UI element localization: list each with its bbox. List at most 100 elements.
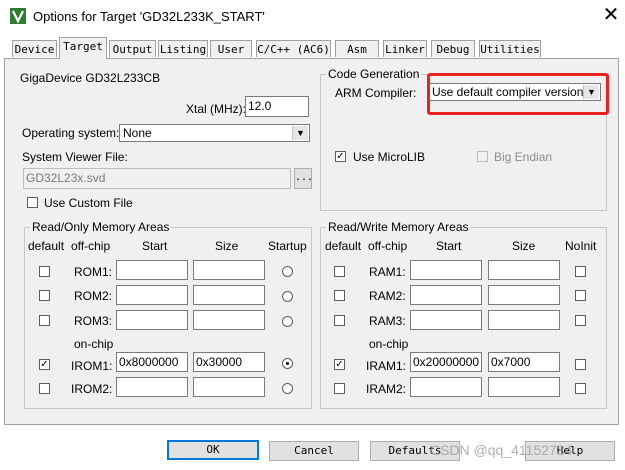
rom2-default-checkbox[interactable] bbox=[39, 290, 50, 301]
iram1-label: IRAM1: bbox=[366, 359, 407, 373]
irom2-startup-radio[interactable] bbox=[282, 383, 293, 394]
iram2-noinit-checkbox[interactable] bbox=[575, 383, 586, 394]
ram1-noinit-checkbox[interactable] bbox=[575, 266, 586, 277]
iram1-default-checkbox[interactable]: ✓ bbox=[334, 359, 345, 370]
ram3-label: RAM3: bbox=[369, 314, 406, 328]
iram1-size-input[interactable]: 0x7000 bbox=[488, 352, 560, 372]
irom2-size-input[interactable] bbox=[193, 377, 265, 397]
rom3-startup-radio[interactable] bbox=[282, 316, 293, 327]
rom-header-size: Size bbox=[215, 239, 239, 253]
os-label: Operating system: bbox=[22, 126, 120, 140]
device-name: GigaDevice GD32L233CB bbox=[20, 71, 161, 85]
radio-selected-dot bbox=[286, 362, 289, 365]
rom1-startup-radio[interactable] bbox=[282, 266, 293, 277]
tab-cpp-ac6[interactable]: C/C++ (AC6) bbox=[256, 40, 331, 57]
svd-file-input[interactable]: GD32L23x.svd bbox=[23, 168, 291, 189]
ram1-size-input[interactable] bbox=[488, 260, 560, 280]
use-microlib-checkbox[interactable]: ✓ bbox=[335, 151, 346, 162]
ram2-start-input[interactable] bbox=[410, 285, 482, 305]
rom-header-offchip: off-chip bbox=[71, 239, 111, 253]
use-microlib-label: Use MicroLIB bbox=[353, 150, 426, 164]
tab-utilities[interactable]: Utilities bbox=[479, 40, 541, 57]
os-select[interactable]: None ▼ bbox=[119, 124, 310, 142]
tab-target[interactable]: Target bbox=[59, 37, 107, 59]
ram-header-size: Size bbox=[512, 239, 536, 253]
iram2-start-input[interactable] bbox=[410, 377, 482, 397]
ram2-label: RAM2: bbox=[369, 289, 406, 303]
code-generation-title: Code Generation bbox=[326, 67, 422, 81]
tab-device[interactable]: Device bbox=[12, 40, 57, 57]
ram1-label: RAM1: bbox=[369, 265, 406, 279]
csdn-watermark: CSDN @qq_41152734 bbox=[430, 442, 573, 458]
xtal-input[interactable]: 12.0 bbox=[245, 96, 309, 117]
rom-onchip-label: on-chip bbox=[74, 337, 114, 351]
use-custom-file-label: Use Custom File bbox=[44, 196, 133, 210]
tab-asm[interactable]: Asm bbox=[335, 40, 379, 57]
chevron-down-icon: ▼ bbox=[292, 126, 308, 140]
keil-app-icon bbox=[10, 8, 26, 24]
ram1-start-input[interactable] bbox=[410, 260, 482, 280]
ram1-default-checkbox[interactable] bbox=[334, 266, 345, 277]
rom-header-start: Start bbox=[142, 239, 168, 253]
big-endian-checkbox[interactable] bbox=[477, 151, 488, 162]
rom1-default-checkbox[interactable] bbox=[39, 266, 50, 277]
irom2-start-input[interactable] bbox=[116, 377, 188, 397]
xtal-label: Xtal (MHz): bbox=[186, 102, 246, 116]
tab-debug[interactable]: Debug bbox=[431, 40, 475, 57]
rom3-default-checkbox[interactable] bbox=[39, 315, 50, 326]
rom3-size-input[interactable] bbox=[193, 310, 265, 330]
rom2-label: ROM2: bbox=[74, 289, 113, 303]
rom-header-startup: Startup bbox=[268, 239, 307, 253]
tab-user[interactable]: User bbox=[210, 40, 252, 57]
readonly-memory-title: Read/Only Memory Areas bbox=[30, 220, 172, 234]
irom1-start-input[interactable]: 0x8000000 bbox=[116, 352, 188, 372]
iram1-noinit-checkbox[interactable] bbox=[575, 359, 586, 370]
os-select-value: None bbox=[123, 126, 152, 140]
rom3-start-input[interactable] bbox=[116, 310, 188, 330]
ram3-start-input[interactable] bbox=[410, 310, 482, 330]
ram-header-default: default bbox=[325, 239, 362, 253]
tab-output[interactable]: Output bbox=[109, 40, 156, 57]
ram3-size-input[interactable] bbox=[488, 310, 560, 330]
irom1-default-checkbox[interactable]: ✓ bbox=[39, 359, 50, 370]
svd-label: System Viewer File: bbox=[22, 150, 128, 164]
rom2-size-input[interactable] bbox=[193, 285, 265, 305]
rom1-label: ROM1: bbox=[74, 265, 113, 279]
iram2-label: IRAM2: bbox=[366, 382, 407, 396]
ram2-noinit-checkbox[interactable] bbox=[575, 290, 586, 301]
irom1-startup-radio[interactable] bbox=[282, 358, 293, 369]
ok-button[interactable]: OK bbox=[167, 440, 259, 460]
rom1-start-input[interactable] bbox=[116, 260, 188, 280]
iram2-size-input[interactable] bbox=[488, 377, 560, 397]
irom1-label: IROM1: bbox=[71, 359, 113, 373]
big-endian-label: Big Endian bbox=[494, 150, 553, 164]
readwrite-memory-title: Read/Write Memory Areas bbox=[326, 220, 471, 234]
highlight-annotation-box bbox=[427, 73, 609, 115]
ram2-size-input[interactable] bbox=[488, 285, 560, 305]
tab-listing[interactable]: Listing bbox=[158, 40, 208, 57]
arm-compiler-label: ARM Compiler: bbox=[335, 86, 417, 100]
ram-header-noinit: NoInit bbox=[565, 239, 597, 253]
close-icon[interactable]: ✕ bbox=[600, 4, 622, 26]
rom2-startup-radio[interactable] bbox=[282, 291, 293, 302]
irom1-size-input[interactable]: 0x30000 bbox=[193, 352, 265, 372]
ram3-noinit-checkbox[interactable] bbox=[575, 315, 586, 326]
irom2-label: IROM2: bbox=[71, 382, 113, 396]
ram-header-offchip: off-chip bbox=[368, 239, 408, 253]
ram3-default-checkbox[interactable] bbox=[334, 315, 345, 326]
svd-browse-button[interactable]: ... bbox=[294, 168, 313, 189]
ram-header-start: Start bbox=[436, 239, 462, 253]
window-title: Options for Target 'GD32L233K_START' bbox=[33, 9, 265, 24]
iram2-default-checkbox[interactable] bbox=[334, 383, 345, 394]
use-custom-file-checkbox[interactable] bbox=[27, 197, 38, 208]
rom2-start-input[interactable] bbox=[116, 285, 188, 305]
tab-linker[interactable]: Linker bbox=[383, 40, 427, 57]
irom2-default-checkbox[interactable] bbox=[39, 383, 50, 394]
ram2-default-checkbox[interactable] bbox=[334, 290, 345, 301]
rom3-label: ROM3: bbox=[74, 314, 113, 328]
ram-onchip-label: on-chip bbox=[369, 337, 409, 351]
iram1-start-input[interactable]: 0x20000000 bbox=[410, 352, 482, 372]
rom1-size-input[interactable] bbox=[193, 260, 265, 280]
rom-header-default: default bbox=[28, 239, 65, 253]
cancel-button[interactable]: Cancel bbox=[269, 441, 359, 461]
